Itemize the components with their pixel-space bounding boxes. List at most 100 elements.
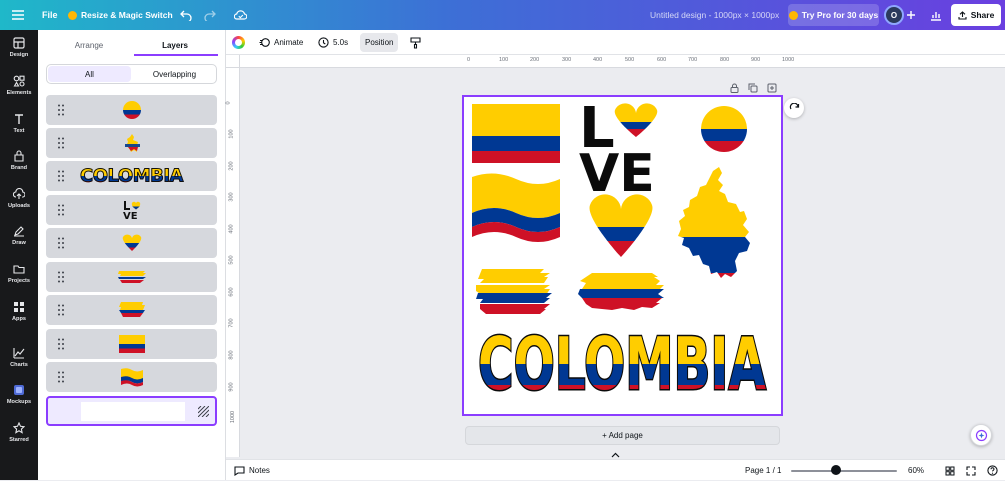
animate-button[interactable]: Animate	[259, 33, 303, 52]
lock-icon[interactable]	[730, 83, 739, 93]
rail-item-charts[interactable]: Charts	[0, 340, 38, 374]
cloud-sync-icon[interactable]	[234, 0, 247, 30]
ruler-tick: 0	[225, 101, 232, 105]
rail-item-starred[interactable]: Starred	[0, 415, 38, 449]
crown-icon	[68, 10, 77, 20]
avatar[interactable]: O	[884, 5, 904, 25]
rail-item-uploads[interactable]: Uploads	[0, 181, 38, 215]
drag-handle-icon[interactable]	[58, 204, 64, 216]
try-pro-label: Try Pro for 30 days	[801, 10, 879, 20]
style-paint-icon[interactable]	[410, 33, 421, 52]
layer-row[interactable]	[46, 362, 217, 392]
regenerate-button[interactable]	[784, 98, 804, 118]
rail-item-mockups[interactable]: Mockups	[0, 377, 38, 411]
layer-row[interactable]	[46, 228, 217, 258]
layer-row[interactable]	[46, 128, 217, 158]
layer-row[interactable]	[46, 329, 217, 359]
ruler-tick: 1000	[782, 57, 795, 63]
rail-label: Apps	[12, 315, 26, 322]
animate-icon	[259, 38, 270, 47]
zoom-slider-track[interactable]	[791, 470, 897, 472]
add-collaborator-icon[interactable]	[906, 0, 916, 30]
drag-handle-icon[interactable]	[58, 170, 64, 182]
mockups-icon	[14, 384, 24, 395]
context-toolbar: Animate 5.0s Position	[226, 30, 1005, 55]
file-menu[interactable]: File	[42, 0, 58, 30]
tab-arrange[interactable]: Arrange	[46, 34, 132, 56]
duplicate-page-icon[interactable]	[748, 83, 758, 93]
left-rail: Design Elements Text Brand Uploads Draw …	[0, 30, 38, 480]
zoom-slider-knob[interactable]	[830, 465, 841, 475]
elements-icon	[13, 75, 25, 87]
layers-panel: Arrange Layers All Overlapping COLOMBIA …	[38, 30, 226, 480]
layer-row[interactable]	[46, 95, 217, 125]
layer-row[interactable]: VE	[46, 195, 217, 225]
layer-row[interactable]: COLOMBIA	[46, 161, 217, 191]
ruler-corner	[226, 55, 240, 68]
insights-icon[interactable]	[930, 0, 942, 30]
rail-item-elements[interactable]: Elements	[0, 68, 38, 102]
duration-label: 5.0s	[333, 38, 349, 47]
chevron-up-icon[interactable]	[611, 452, 620, 458]
share-button[interactable]: Share	[951, 4, 1001, 26]
drag-handle-icon[interactable]	[58, 237, 64, 249]
ruler-tick: 500	[228, 255, 235, 265]
layer-row-background[interactable]	[46, 396, 217, 426]
colombia-headline: COLOMBIA	[478, 322, 766, 406]
drag-handle-icon[interactable]	[58, 371, 64, 383]
flag-rect-thumbnail	[118, 335, 145, 353]
ruler-tick: 800	[720, 57, 730, 63]
flag-circle-thumbnail	[122, 101, 141, 119]
try-pro-button[interactable]: Try Pro for 30 days	[788, 4, 879, 26]
help-icon[interactable]	[987, 460, 998, 481]
menu-icon[interactable]	[12, 0, 24, 30]
rail-item-projects[interactable]: Projects	[0, 256, 38, 290]
sparkle-icon	[975, 429, 987, 441]
ruler-tick: 800	[228, 350, 235, 360]
rail-item-apps[interactable]: Apps	[0, 294, 38, 328]
page-indicator[interactable]: Page 1 / 1	[745, 460, 781, 481]
filter-overlapping[interactable]: Overlapping	[133, 66, 216, 82]
layer-row[interactable]	[46, 262, 217, 292]
ruler-tick: 900	[228, 382, 235, 392]
zoom-level[interactable]: 60%	[908, 460, 924, 481]
assistant-button[interactable]	[970, 424, 992, 446]
design-canvas[interactable]: L VE COLOMBIA	[462, 95, 783, 416]
rail-item-draw[interactable]: Draw	[0, 218, 38, 252]
color-picker-button[interactable]	[232, 33, 245, 52]
refresh-icon	[789, 102, 799, 109]
drag-handle-icon[interactable]	[58, 137, 64, 149]
share-label: Share	[970, 10, 995, 20]
fullscreen-icon[interactable]	[966, 460, 976, 481]
add-page-icon[interactable]	[767, 83, 777, 93]
brand-icon	[14, 149, 24, 162]
document-title[interactable]: Untitled design - 1000px × 1000px	[650, 0, 779, 30]
flag-rect	[472, 104, 560, 163]
rail-label: Starred	[9, 436, 29, 443]
rail-item-design[interactable]: Design	[0, 30, 38, 64]
resize-magic-switch-button[interactable]: Resize & Magic Switch	[68, 0, 173, 30]
rail-item-brand[interactable]: Brand	[0, 143, 38, 177]
ruler-tick: 400	[228, 224, 235, 234]
position-button[interactable]: Position	[360, 33, 399, 52]
filter-all[interactable]: All	[48, 66, 131, 82]
redo-icon[interactable]	[204, 0, 216, 30]
drag-handle-icon[interactable]	[58, 104, 64, 116]
drag-handle-icon[interactable]	[58, 304, 64, 316]
drag-handle-icon[interactable]	[58, 338, 64, 350]
drag-handle-icon[interactable]	[58, 271, 64, 283]
notes-button[interactable]: Notes	[234, 460, 270, 481]
add-page-button[interactable]: + Add page	[465, 426, 780, 445]
brush-flag-2	[578, 273, 664, 310]
hatch-icon[interactable]	[198, 406, 209, 417]
ruler-tick: 200	[228, 161, 235, 171]
background-thumbnail	[81, 402, 185, 421]
tab-layers[interactable]: Layers	[132, 34, 218, 56]
layer-row[interactable]	[46, 295, 217, 325]
map-thumbnail	[124, 134, 140, 152]
grid-view-icon[interactable]	[945, 460, 955, 481]
ruler-tick: 700	[688, 57, 698, 63]
duration-button[interactable]: 5.0s	[318, 33, 348, 52]
rail-item-text[interactable]: Text	[0, 106, 38, 140]
undo-icon[interactable]	[180, 0, 192, 30]
